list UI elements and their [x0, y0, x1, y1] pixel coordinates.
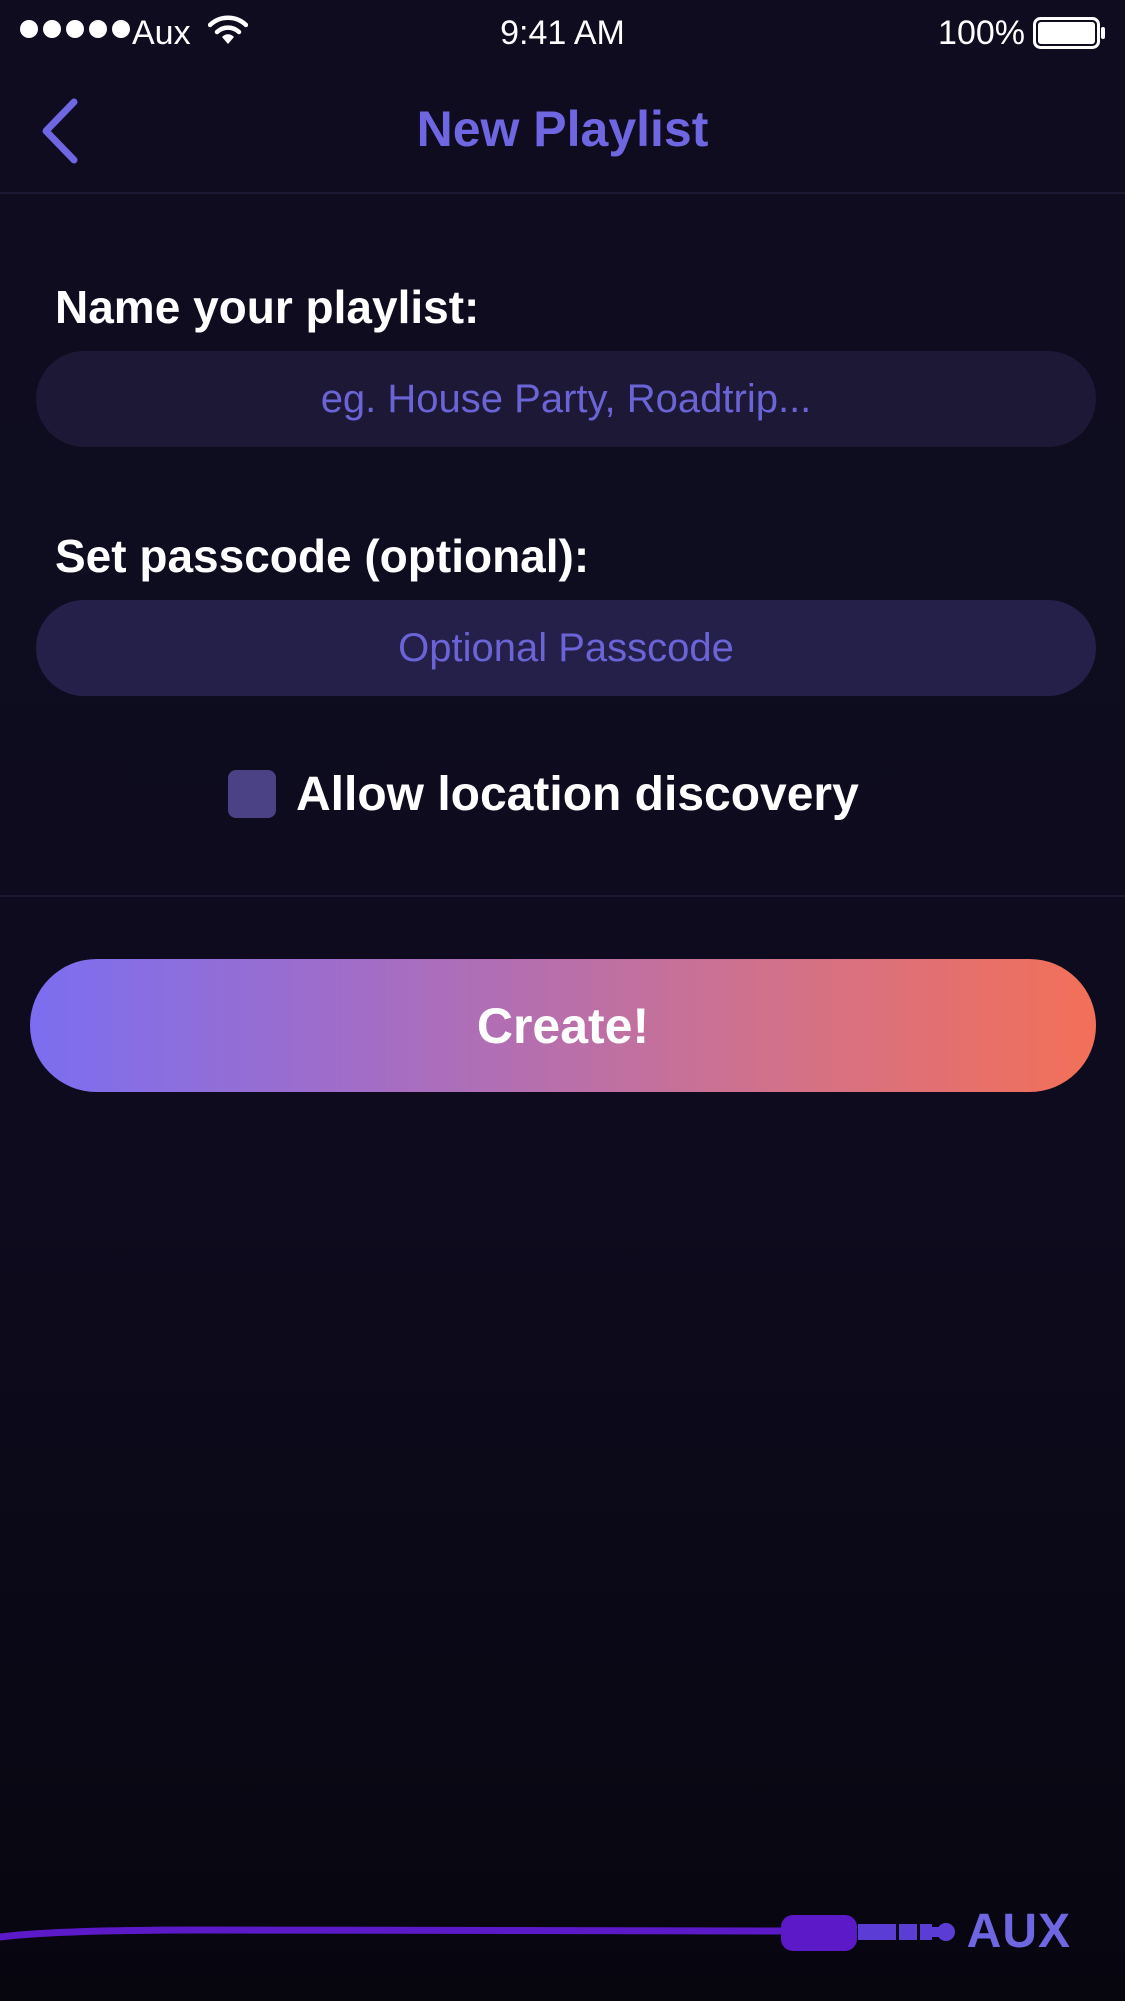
create-button[interactable]: Create!: [30, 959, 1096, 1092]
new-playlist-screen: Aux 9:41 AM 100% New Playlist Name your …: [0, 0, 1125, 2001]
status-bar: Aux 9:41 AM 100%: [0, 0, 1125, 66]
page-title: New Playlist: [416, 101, 709, 157]
battery-icon: [1033, 17, 1107, 58]
navigation-bar: New Playlist: [0, 66, 1125, 194]
location-discovery-checkbox[interactable]: [228, 770, 276, 818]
aux-cable-icon: [0, 1915, 955, 1951]
location-discovery-toggle[interactable]: Allow location discovery: [228, 766, 859, 822]
playlist-name-input[interactable]: [36, 351, 1096, 447]
battery-percentage: 100%: [938, 14, 1025, 52]
location-discovery-label: Allow location discovery: [296, 767, 859, 821]
passcode-input[interactable]: [36, 600, 1096, 696]
playlist-name-label: Name your playlist:: [55, 281, 480, 333]
aux-brand-text: AUX: [966, 1905, 1071, 1958]
section-divider: [0, 895, 1125, 897]
passcode-label: Set passcode (optional):: [55, 530, 590, 582]
